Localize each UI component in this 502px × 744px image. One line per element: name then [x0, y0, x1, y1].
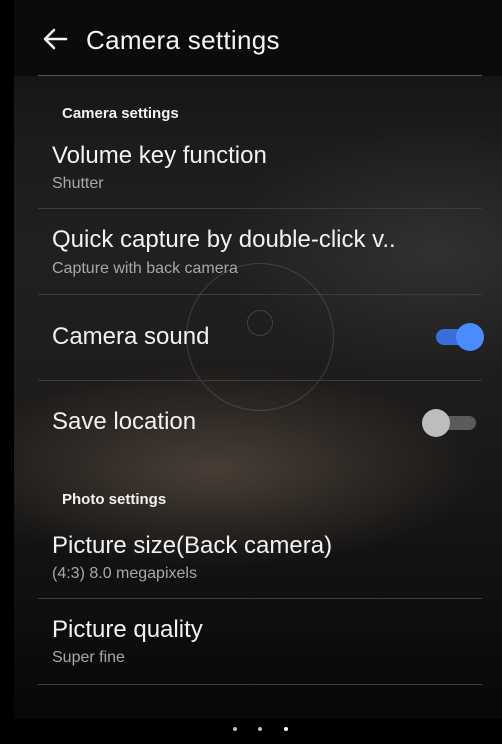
setting-title: Volume key function — [52, 142, 267, 169]
setting-title: Camera sound — [52, 323, 210, 350]
page-indicator-dot — [258, 727, 262, 731]
toggle-thumb — [456, 323, 484, 351]
toggle-thumb — [422, 409, 450, 437]
setting-quick-capture[interactable]: Quick capture by double-click v.. Captur… — [38, 209, 482, 295]
setting-title: Picture size(Back camera) — [52, 532, 333, 559]
setting-picture-size[interactable]: Picture size(Back camera) (4:3) 8.0 mega… — [38, 524, 482, 599]
save-location-toggle[interactable] — [422, 409, 478, 437]
section-header-camera-settings: Camera settings — [62, 105, 179, 122]
setting-subtitle: (4:3) 8.0 megapixels — [52, 565, 197, 582]
page-title: Camera settings — [86, 25, 280, 55]
page-indicator-dot — [233, 727, 237, 731]
setting-divider — [38, 684, 482, 685]
page-indicator-dot-active — [284, 727, 288, 731]
camera-sound-toggle[interactable] — [434, 323, 484, 351]
setting-volume-key-function[interactable]: Volume key function Shutter — [38, 135, 482, 209]
setting-save-location[interactable]: Save location — [38, 381, 482, 465]
setting-title: Quick capture by double-click v.. — [52, 226, 396, 253]
setting-subtitle: Capture with back camera — [52, 260, 238, 277]
setting-subtitle: Shutter — [52, 175, 104, 192]
setting-title: Save location — [52, 408, 197, 435]
section-header-photo-settings: Photo settings — [62, 491, 167, 508]
setting-subtitle: Super fine — [52, 649, 125, 666]
setting-picture-quality[interactable]: Picture quality Super fine — [38, 599, 482, 685]
device-frame-left — [0, 0, 14, 719]
camera-settings-screen: Camera settings Camera settings Volume k… — [14, 0, 502, 719]
arrow-left-icon[interactable] — [40, 24, 70, 54]
setting-camera-sound[interactable]: Camera sound — [38, 295, 484, 381]
setting-title: Picture quality — [52, 616, 203, 643]
app-bar-divider — [38, 75, 482, 76]
page-indicator — [215, 724, 295, 734]
app-bar: Camera settings — [14, 0, 502, 76]
